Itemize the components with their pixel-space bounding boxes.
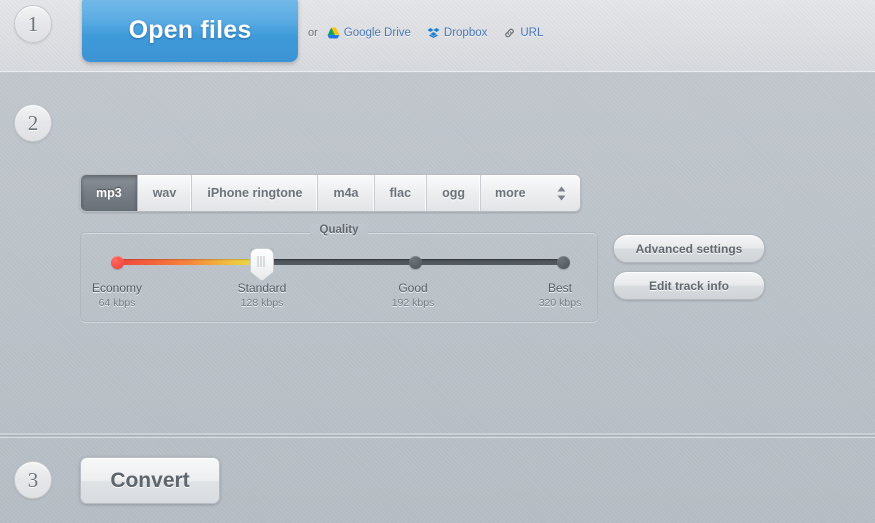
quality-name-good: Good [398,281,428,295]
slider-grip-icon [257,256,267,267]
step-number-3-label: 3 [27,467,39,492]
step-number-3: 3 [14,461,52,499]
quality-panel: Quality Economy 64 kbps Standard 128 kbp… [80,224,599,322]
url-label: URL [520,27,544,39]
format-tab-ogg[interactable]: ogg [427,175,481,211]
format-tab-flac[interactable]: flac [375,175,428,211]
quality-slider[interactable] [110,248,570,281]
step-number-1-label: 1 [27,11,39,36]
edit-track-info-button[interactable]: Edit track info [613,271,765,300]
quality-rate-economy: 64 kbps [98,297,136,309]
format-tab-iphone-ringtone[interactable]: iPhone ringtone [192,175,319,211]
slider-stop-economy[interactable] [110,255,124,269]
quality-label-economy: Economy 64 kbps [92,281,142,309]
cloud-sources-row: or Google Drive Dropbox URL [308,27,552,39]
quality-labels: Economy 64 kbps Standard 128 kbps Good 1… [81,281,599,317]
google-drive-label: Google Drive [343,27,411,39]
quality-legend: Quality [311,224,368,236]
quality-rate-standard: 128 kbps [240,297,284,309]
format-tab-more[interactable]: more [481,175,544,211]
output-format-tabs[interactable]: mp3 wav iPhone ringtone m4a flac ogg mor… [80,174,581,212]
format-tab-m4a[interactable]: m4a [318,175,375,211]
convert-button[interactable]: Convert [80,457,220,504]
dropbox-icon [427,27,440,39]
quality-name-best: Best [547,281,572,295]
url-link[interactable]: URL [503,27,543,39]
quality-label-standard: Standard 128 kbps [238,281,287,309]
step-number-2-label: 2 [27,110,39,135]
step-1-section: 1 Open files or Google Drive Dropbox URL [0,0,875,73]
step-3-section: 3 Convert [0,437,875,523]
quality-slider-handle[interactable] [249,248,274,281]
google-drive-link[interactable]: Google Drive [327,27,411,39]
google-drive-icon [327,27,340,39]
step-number-2: 2 [14,104,52,142]
quality-rate-good: 192 kbps [391,297,435,309]
or-label: or [308,27,318,39]
dropbox-link[interactable]: Dropbox [427,27,487,39]
audio-converter-app: 1 Open files or Google Drive Dropbox URL… [0,0,875,523]
link-icon [503,27,516,39]
quality-name-standard: Standard [237,281,287,295]
slider-track-filled [117,259,262,265]
advanced-settings-button[interactable]: Advanced settings [613,234,765,263]
slider-stop-good[interactable] [409,255,423,269]
format-spinner-button[interactable] [544,175,580,211]
dropbox-label: Dropbox [443,27,488,39]
step-2-section: 2 mp3 wav iPhone ringtone m4a flac ogg m… [0,74,875,436]
quality-label-best: Best 320 kbps [539,281,582,309]
quality-rate-best: 320 kbps [538,297,582,309]
slider-handle-shape [249,248,274,281]
slider-stop-best[interactable] [556,255,570,269]
up-down-chevron-icon [556,185,567,202]
format-tab-mp3[interactable]: mp3 [81,175,138,211]
format-tab-wav[interactable]: wav [138,175,193,211]
step-number-1: 1 [14,5,52,43]
quality-label-good: Good 192 kbps [392,281,435,309]
open-files-button[interactable]: Open files [82,0,298,62]
quality-name-economy: Economy [91,281,143,295]
